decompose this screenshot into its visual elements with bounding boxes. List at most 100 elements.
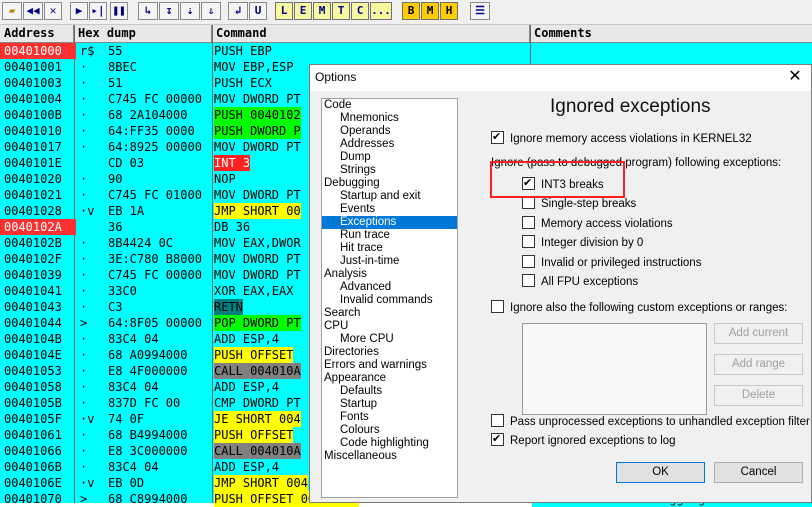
tree-item-events[interactable]: Events [322, 203, 457, 216]
hex-cell: 8BEC [108, 60, 137, 74]
tree-item-code[interactable]: Code [322, 99, 457, 112]
toolbar-t-button[interactable]: T [332, 2, 350, 20]
flow-marker: · [80, 380, 88, 394]
tree-item-debugging[interactable]: Debugging [322, 177, 457, 190]
toolbar-c-button[interactable]: C [351, 2, 369, 20]
tree-item-exceptions[interactable]: Exceptions [322, 216, 457, 229]
tree-item-hit-trace[interactable]: Hit trace [322, 242, 457, 255]
rewind-icon[interactable]: ◀◀ [23, 2, 43, 20]
options-dialog: Options ✕ Code Mnemonics Operands Addresses… [309, 64, 812, 503]
address-cell: 00401039 [4, 268, 62, 282]
trace-over-icon[interactable]: ⇓ [201, 2, 221, 20]
tree-item-run-trace[interactable]: Run trace [322, 229, 457, 242]
close-icon[interactable]: ✕ [785, 67, 805, 87]
pass-unprocessed-checkbox[interactable]: Pass unprocessed exceptions to unhandled… [491, 413, 810, 431]
column-header-comments[interactable]: Comments [530, 25, 812, 43]
tree-item-appearance[interactable]: Appearance [322, 372, 457, 385]
ignore-memory-checkbox[interactable]: Ignore memory access violations in KERNE… [491, 128, 752, 148]
step-over-icon[interactable]: ↧ [159, 2, 179, 20]
tree-item-advanced[interactable]: Advanced [322, 281, 457, 294]
tree-item-strings[interactable]: Strings [322, 164, 457, 177]
options-category-tree[interactable]: Code Mnemonics Operands Addresses Dump String… [321, 98, 458, 498]
tree-item-directories[interactable]: Directories [322, 346, 457, 359]
add-current-button[interactable]: Add current [714, 323, 803, 344]
report-ignored-checkbox[interactable]: Report ignored exceptions to log [491, 430, 676, 450]
folder-open-icon[interactable]: ▰ [2, 2, 22, 20]
tree-item-more-cpu[interactable]: More CPU [322, 333, 457, 346]
toolbar-more-button[interactable]: ... [370, 2, 392, 20]
address-cell: 0040102F [4, 252, 62, 266]
tree-item-code-highlighting[interactable]: Code highlighting [322, 437, 457, 450]
hex-cell: 64:FF35 0000 [108, 124, 195, 138]
flow-marker: · [80, 188, 88, 202]
hex-cell: 68 B4994000 [108, 428, 188, 442]
go-to-icon[interactable]: U [249, 2, 267, 20]
memory-access-violations-checkbox[interactable]: Memory access violations [522, 215, 673, 233]
hex-cell: E8 3C000000 [108, 444, 188, 458]
flow-marker: · [80, 140, 88, 154]
tree-item-errors-and-warnings[interactable]: Errors and warnings [322, 359, 457, 372]
column-header-address[interactable]: Address [0, 25, 74, 43]
flow-marker: · [80, 60, 88, 74]
address-cell: 00401004 [4, 92, 62, 106]
flow-marker: · [80, 172, 88, 186]
address-cell: 0040105B [4, 396, 62, 410]
cancel-button[interactable]: Cancel [714, 462, 803, 483]
step-into-icon[interactable]: ↳ [138, 2, 158, 20]
tree-item-addresses[interactable]: Addresses [322, 138, 457, 151]
address-cell: 00401028 [4, 204, 62, 218]
hex-cell: C745 FC 00000 [108, 268, 202, 282]
flow-marker: · [80, 428, 88, 442]
ok-button[interactable]: OK [616, 462, 705, 483]
tree-item-cpu[interactable]: CPU [322, 320, 457, 333]
execute-till-return-icon[interactable]: ↲ [228, 2, 248, 20]
toolbar-m2-button[interactable]: M [421, 2, 439, 20]
tree-item-miscellaneous[interactable]: Miscellaneous [322, 450, 457, 463]
play-icon[interactable]: ▶ [70, 2, 88, 20]
integer-division-checkbox[interactable]: Integer division by 0 [522, 234, 643, 252]
tree-item-defaults[interactable]: Defaults [322, 385, 457, 398]
toolbar-l-button[interactable]: L [275, 2, 293, 20]
tree-item-search[interactable]: Search [322, 307, 457, 320]
hex-cell: 8B4424 0C [108, 236, 174, 250]
close-icon[interactable]: ✕ [44, 2, 62, 20]
tree-item-fonts[interactable]: Fonts [322, 411, 457, 424]
hex-cell: EB 0D [108, 476, 145, 490]
fpu-exceptions-checkbox[interactable]: All FPU exceptions [522, 273, 638, 291]
address-cell: 00401058 [4, 380, 62, 394]
custom-exceptions-list[interactable] [522, 323, 707, 415]
hex-cell: 74 0F [108, 412, 145, 426]
toolbar-m-button[interactable]: M [313, 2, 331, 20]
trace-into-icon[interactable]: ⇣ [180, 2, 200, 20]
toolbar: ▰ ◀◀ ✕ ▶ ▸| ❚❚ ↳ ↧ ⇣ ⇓ ↲ U L E M T C ...… [0, 0, 812, 25]
tree-item-analysis[interactable]: Analysis [322, 268, 457, 281]
checkbox-box[interactable] [491, 128, 504, 146]
delete-button[interactable]: Delete [714, 385, 803, 406]
column-header-command[interactable]: Command [212, 25, 530, 43]
tree-item-startup[interactable]: Startup [322, 398, 457, 411]
invalid-instructions-checkbox[interactable]: Invalid or privileged instructions [522, 254, 701, 272]
column-header-hex-dump[interactable]: Hex dump [74, 25, 212, 43]
command-cell: INT 3 [214, 155, 251, 171]
custom-exceptions-checkbox[interactable]: Ignore also the following custom excepti… [491, 299, 787, 317]
list-icon[interactable]: ☰ [470, 2, 490, 20]
flow-marker: · [80, 444, 88, 458]
tree-item-invalid-commands[interactable]: Invalid commands [322, 294, 457, 307]
toolbar-b-button[interactable]: B [402, 2, 420, 20]
tree-item-just-in-time[interactable]: Just-in-time [322, 255, 457, 268]
flow-marker: · [80, 108, 88, 122]
tree-item-colours[interactable]: Colours [322, 424, 457, 437]
toolbar-h-button[interactable]: H [440, 2, 458, 20]
hex-cell: 33C0 [108, 284, 137, 298]
pause-icon[interactable]: ❚❚ [110, 2, 128, 20]
tree-item-startup-and-exit[interactable]: Startup and exit [322, 190, 457, 203]
flow-marker: ·v [80, 412, 95, 426]
table-row[interactable]: 00401000 r$ 55 PUSH EBP [0, 43, 812, 59]
tree-item-mnemonics[interactable]: Mnemonics [322, 112, 457, 125]
tree-item-dump[interactable]: Dump [322, 151, 457, 164]
toolbar-e-button[interactable]: E [294, 2, 312, 20]
flow-marker: · [80, 76, 88, 90]
tree-item-operands[interactable]: Operands [322, 125, 457, 138]
step-icon[interactable]: ▸| [89, 2, 107, 20]
add-range-button[interactable]: Add range [714, 354, 803, 375]
